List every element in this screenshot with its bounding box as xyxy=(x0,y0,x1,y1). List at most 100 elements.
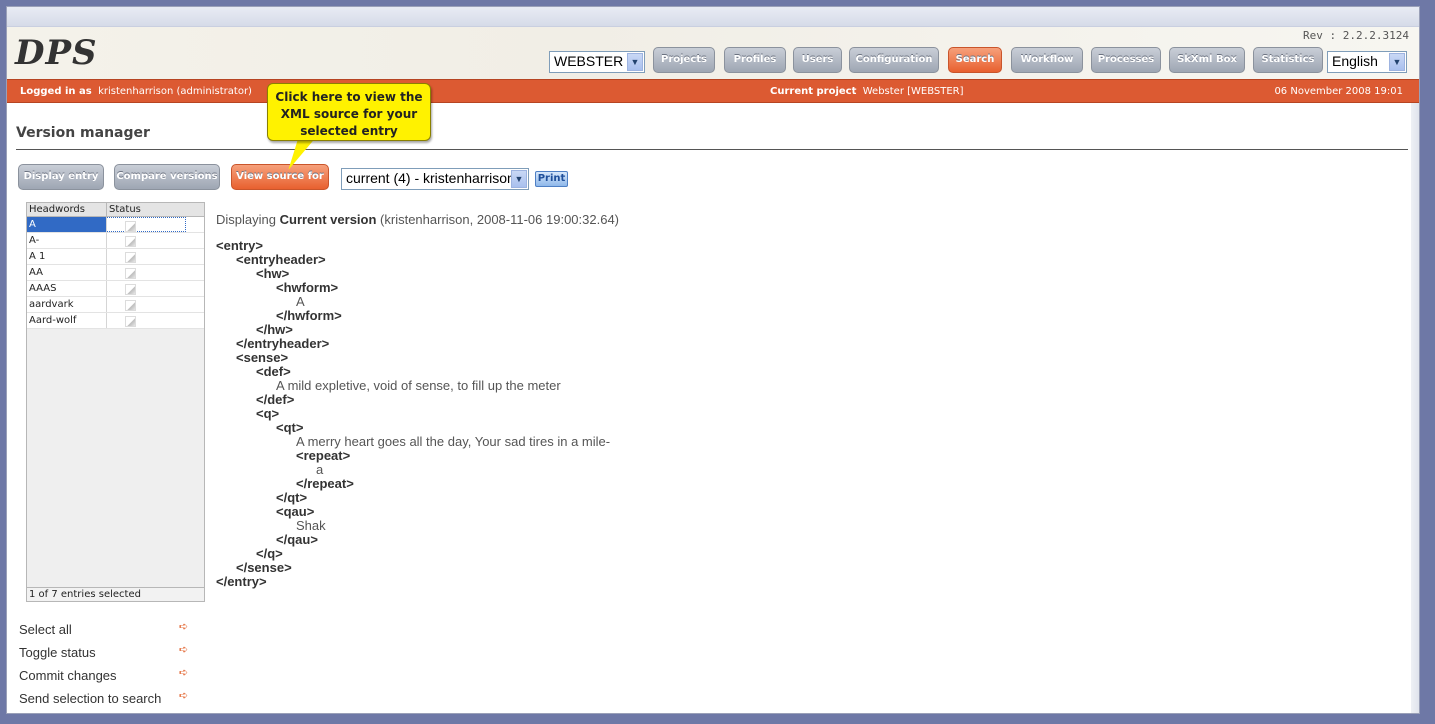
xml-tag-line: </sense> xyxy=(236,560,292,575)
language-select-value: English xyxy=(1332,53,1378,69)
status-icon[interactable] xyxy=(125,284,136,295)
table-header: Headwords Status xyxy=(27,203,204,217)
xml-tag-line: <entry> xyxy=(216,238,263,253)
nav-configuration-button[interactable]: Configuration xyxy=(849,47,939,73)
toggle-status-link[interactable]: Toggle status xyxy=(19,645,96,660)
status-cell[interactable] xyxy=(107,313,186,328)
xml-tag-line: <hwform> xyxy=(276,280,339,295)
status-cell[interactable] xyxy=(107,217,186,232)
xml-tag-line: <qt> xyxy=(276,420,304,435)
xml-tag-line: </qau> xyxy=(276,532,318,547)
language-select[interactable]: English ▼ xyxy=(1327,51,1407,73)
table-row[interactable]: A xyxy=(27,217,204,233)
status-cell[interactable] xyxy=(107,297,186,312)
status-cell[interactable] xyxy=(107,265,186,280)
xml-tag-line: <sense> xyxy=(236,350,289,365)
select-all-link[interactable]: Select all xyxy=(19,622,72,637)
project-select[interactable]: WEBSTER ▼ xyxy=(549,51,645,73)
send-to-search-link[interactable]: Send selection to search xyxy=(19,691,161,706)
status-icon[interactable] xyxy=(125,252,136,263)
table-body: A A- A 1 AA AAAS aardvark Aard-wolf xyxy=(27,217,204,329)
xml-tag-line: </q> xyxy=(256,546,283,561)
xml-text-line: A merry heart goes all the day, Your sad… xyxy=(296,434,611,449)
status-icon[interactable] xyxy=(125,236,136,247)
table-row[interactable]: aardvark xyxy=(27,297,204,313)
current-project-label: Current project xyxy=(770,86,857,97)
xml-text-line: a xyxy=(316,462,324,477)
arrow-right-icon[interactable]: ➪ xyxy=(179,666,188,679)
column-header-status[interactable]: Status xyxy=(107,203,186,216)
status-cell[interactable] xyxy=(107,249,186,264)
commit-changes-link[interactable]: Commit changes xyxy=(19,668,117,683)
table-row[interactable]: Aard-wolf xyxy=(27,313,204,329)
status-cell[interactable] xyxy=(107,281,186,296)
nav-search-button[interactable]: Search xyxy=(948,47,1002,73)
chevron-down-icon: ▼ xyxy=(627,53,643,71)
nav-profiles-button[interactable]: Profiles xyxy=(724,47,786,73)
status-cell[interactable] xyxy=(107,233,186,248)
headword-cell: Aard-wolf xyxy=(27,313,107,328)
nav-skxmlbox-button[interactable]: SkXml Box xyxy=(1169,47,1245,73)
status-icon[interactable] xyxy=(125,268,136,279)
headword-cell: AAAS xyxy=(27,281,107,296)
display-prefix: Displaying xyxy=(216,212,276,227)
login-info: Logged in as kristenharrison (administra… xyxy=(20,86,252,97)
status-icon[interactable] xyxy=(125,221,136,232)
compare-versions-button[interactable]: Compare versions xyxy=(114,164,220,190)
table-row[interactable]: AAAS xyxy=(27,281,204,297)
print-button[interactable]: Print xyxy=(535,171,568,187)
arrow-right-icon[interactable]: ➪ xyxy=(179,620,188,633)
revision-label: Rev : 2.2.2.3124 xyxy=(1303,29,1409,42)
page-edge xyxy=(1411,103,1419,713)
xml-tag-line: </hw> xyxy=(256,322,293,337)
xml-text-line: Shak xyxy=(296,518,326,533)
table-row[interactable]: AA xyxy=(27,265,204,281)
xml-tag-line: <def> xyxy=(256,364,291,379)
selection-count: 1 of 7 entries selected xyxy=(27,587,204,601)
chevron-down-icon: ▼ xyxy=(1389,53,1405,71)
version-select-value: current (4) - kristenharrison xyxy=(346,170,515,186)
nav-users-button[interactable]: Users xyxy=(793,47,842,73)
app-logo: DPS xyxy=(15,33,98,73)
headword-cell: A- xyxy=(27,233,107,248)
chevron-down-icon: ▼ xyxy=(511,170,527,188)
xml-tag-line: </repeat> xyxy=(296,476,354,491)
status-icon[interactable] xyxy=(125,300,136,311)
arrow-right-icon[interactable]: ➪ xyxy=(179,689,188,702)
app-window: DPS Rev : 2.2.2.3124 WEBSTER ▼ Projects … xyxy=(6,6,1420,714)
divider xyxy=(16,149,1408,150)
xml-text-line: A mild expletive, void of sense, to fill… xyxy=(276,378,561,393)
xml-tag-line: <hw> xyxy=(256,266,290,281)
xml-tag-line: <qau> xyxy=(276,504,315,519)
xml-tag-line: <entryheader> xyxy=(236,252,326,267)
display-version: Current version xyxy=(279,212,377,227)
display-info: Displaying Current version (kristenharri… xyxy=(216,212,619,227)
table-row[interactable]: A 1 xyxy=(27,249,204,265)
logged-in-label: Logged in as xyxy=(20,86,92,97)
nav-statistics-button[interactable]: Statistics xyxy=(1253,47,1323,73)
arrow-right-icon[interactable]: ➪ xyxy=(179,643,188,656)
help-callout: Click here to view the XML source for yo… xyxy=(267,83,431,141)
page-title: Version manager xyxy=(16,125,150,141)
nav-processes-button[interactable]: Processes xyxy=(1091,47,1161,73)
project-info: Current project Webster [WEBSTER] xyxy=(770,86,964,97)
headword-cell: aardvark xyxy=(27,297,107,312)
display-entry-button[interactable]: Display entry xyxy=(18,164,104,190)
column-header-headwords[interactable]: Headwords xyxy=(27,203,107,216)
nav-projects-button[interactable]: Projects xyxy=(653,47,715,73)
project-select-value: WEBSTER xyxy=(554,53,624,69)
display-suffix: (kristenharrison, 2008-11-06 19:00:32.64… xyxy=(380,212,620,227)
current-project-value: Webster [WEBSTER] xyxy=(862,86,964,97)
xml-tag-line: </entry> xyxy=(216,574,267,589)
xml-tag-line: </hwform> xyxy=(276,308,342,323)
logged-in-user: kristenharrison (administrator) xyxy=(98,86,252,97)
status-icon[interactable] xyxy=(125,316,136,327)
headword-cell: A xyxy=(27,217,107,232)
headword-cell: A 1 xyxy=(27,249,107,264)
browser-top-strip xyxy=(7,7,1419,27)
app-header: DPS Rev : 2.2.2.3124 WEBSTER ▼ Projects … xyxy=(7,27,1419,79)
version-select[interactable]: current (4) - kristenharrison ▼ xyxy=(341,168,529,190)
nav-workflow-button[interactable]: Workflow xyxy=(1011,47,1083,73)
xml-text-line: A xyxy=(296,294,305,309)
table-row[interactable]: A- xyxy=(27,233,204,249)
